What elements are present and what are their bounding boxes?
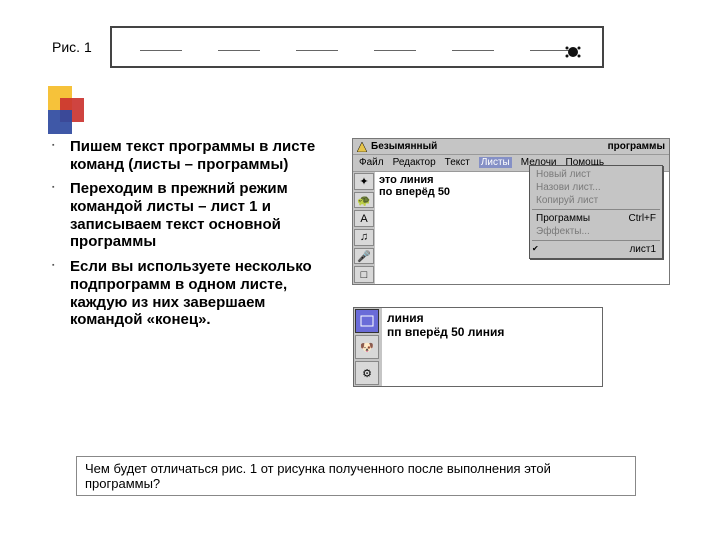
editor-window: Безымянный программы Файл Редактор Текст… <box>352 138 670 285</box>
figure-caption: Рис. 1 <box>52 39 92 55</box>
menu-separator <box>532 240 660 241</box>
menu-item-copy-sheet[interactable]: Копируй лист <box>530 194 662 207</box>
list-item: Переходим в прежний режим командой листы… <box>52 180 338 251</box>
editor-titlebar: Безымянный программы <box>353 139 669 155</box>
mic-icon[interactable]: 🎤 <box>354 248 374 265</box>
editor-palette: ✦ 🐢 A ♫ 🎤 □ <box>353 172 375 284</box>
figure-1-row: Рис. 1 <box>52 26 684 68</box>
editor-title-left: Безымянный <box>371 141 608 152</box>
triangle-icon <box>357 142 367 152</box>
figure-box <box>110 26 604 68</box>
editor-title-right: программы <box>608 141 665 152</box>
instruction-list: Пишем текст программы в листе команд (ли… <box>52 138 352 387</box>
footer-question: Чем будет отличаться рис. 1 от рисунка п… <box>76 456 636 496</box>
list-item: Если вы используете несколько подпрограм… <box>52 258 338 329</box>
menu-text[interactable]: Текст <box>445 157 470 168</box>
menu-item-effects[interactable]: Эффекты... <box>530 225 662 238</box>
menu-file[interactable]: Файл <box>359 157 384 168</box>
mini-line2: пп вперёд 50 линия <box>387 325 597 339</box>
mini-output: линия пп вперёд 50 линия <box>382 308 602 386</box>
sheets-dropdown: Новый лист Назови лист... Копируй лист П… <box>529 165 663 259</box>
dog-icon[interactable]: 🐶 <box>355 335 379 359</box>
menu-item-new-sheet[interactable]: Новый лист <box>530 168 662 181</box>
menu-item-sheet1[interactable]: лист1 <box>530 243 662 256</box>
menu-item-programs[interactable]: ПрограммыCtrl+F <box>530 212 662 225</box>
music-icon[interactable]: ♫ <box>354 229 374 246</box>
menu-sheets[interactable]: Листы <box>479 157 512 168</box>
mini-line1: линия <box>387 311 597 325</box>
disk-icon[interactable]: □ <box>354 266 374 283</box>
menu-editor[interactable]: Редактор <box>393 157 436 168</box>
decorative-squares <box>48 86 96 138</box>
a-icon[interactable]: A <box>354 210 374 227</box>
list-item: Пишем текст программы в листе команд (ли… <box>52 138 338 173</box>
menu-separator <box>532 209 660 210</box>
gear-icon[interactable]: ⚙ <box>355 361 379 385</box>
star-icon[interactable]: ✦ <box>354 173 374 190</box>
turtle-icon[interactable]: 🐢 <box>354 192 374 209</box>
frame-icon[interactable] <box>355 309 379 333</box>
menu-item-name-sheet[interactable]: Назови лист... <box>530 181 662 194</box>
turtle-icon <box>564 45 582 59</box>
mini-window: 🐶 ⚙ линия пп вперёд 50 линия <box>353 307 603 387</box>
